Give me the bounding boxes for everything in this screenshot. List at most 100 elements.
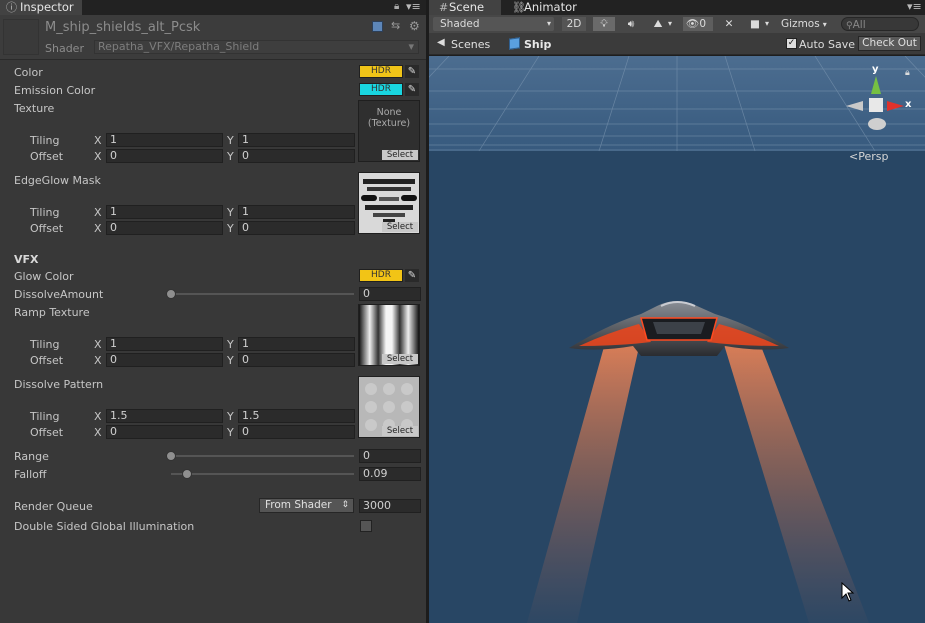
double-sided-gi-label: Double Sided Global Illumination [14,520,195,533]
eyedropper-icon[interactable]: ✎ [405,83,419,96]
none-texture-text: None (Texture) [367,107,411,129]
dissolve-offset-y-field[interactable]: 0 [238,425,355,439]
x-label: X [94,222,102,235]
effects-toggle-icon[interactable]: ⛰ [649,17,667,31]
lock-icon[interactable]: 🔒︎ [394,1,399,12]
gear-icon[interactable]: ⚙ [409,19,420,33]
ramp-texture-slot[interactable]: Select [358,304,420,366]
eyedropper-icon[interactable]: ✎ [405,269,419,282]
lighting-toggle-icon[interactable]: 💡︎ [593,17,615,31]
chevron-down-icon[interactable]: ▾ [765,17,773,31]
eye-slash-icon: 👁︎ [686,18,700,30]
dissolve-tiling-x-field[interactable]: 1.5 [106,409,223,423]
glow-color-swatch[interactable]: HDR [359,269,403,282]
range-slider-track[interactable] [171,455,354,457]
camera-icon[interactable]: ■ [747,17,763,31]
texture-offset-y-field[interactable]: 0 [238,149,355,163]
render-queue-field[interactable]: 3000 [359,499,421,513]
auto-save-checkbox[interactable]: ✓ [786,38,797,49]
ramp-offset-y-field[interactable]: 0 [238,353,355,367]
tools-icon[interactable]: ✕ [721,17,737,31]
back-icon[interactable]: ◀ [437,37,445,48]
falloff-label: Falloff [14,468,47,481]
tiling-label: Tiling [30,206,60,219]
dissolve-pattern-select-button[interactable]: Select [382,426,418,436]
breadcrumb-ship[interactable]: Ship [524,38,551,51]
falloff-slider-track[interactable] [171,473,354,475]
tab-scene-label: Scene [449,0,485,14]
emission-color-swatch[interactable]: HDR [359,83,403,96]
2d-toggle[interactable]: 2D [562,17,586,31]
dissolve-amount-slider-handle[interactable] [166,289,176,299]
tab-inspector-label: Inspector [20,0,74,14]
texture-slot[interactable]: None (Texture) Select [358,100,420,162]
edgeglow-offset-x-field[interactable]: 0 [106,221,223,235]
projection-toggle[interactable]: <Persp [849,150,888,163]
dissolve-amount-field[interactable]: 0 [359,287,421,301]
range-slider-handle[interactable] [166,451,176,461]
hidden-count: 0 [699,18,707,30]
tiling-label: Tiling [30,134,60,147]
mouse-cursor-icon [841,582,855,602]
double-sided-gi-checkbox[interactable] [360,520,372,532]
breadcrumb-scenes[interactable]: Scenes [451,38,490,51]
audio-toggle-icon[interactable]: 🔊︎ [622,17,640,31]
tab-animator[interactable]: ⛓ Animator [504,0,584,15]
edgeglow-mask-slot[interactable]: Select [358,172,420,234]
hdr-badge: HDR [371,84,391,94]
orientation-gizmo[interactable]: y x 🔒︎ [839,64,919,144]
tab-menu-icon[interactable]: ▾≡ [406,0,421,13]
ramp-tiling-x-field[interactable]: 1 [106,337,223,351]
x-label: X [94,410,102,423]
check-out-button[interactable]: Check Out [858,36,921,51]
preset-icon[interactable]: ⇆ [391,19,400,32]
grid-icon: # [439,1,449,14]
range-label: Range [14,450,49,463]
tab-inspector[interactable]: ⓘ Inspector [0,0,82,15]
x-label: X [94,426,102,439]
info-icon: ⓘ [6,1,17,14]
dissolve-pattern-slot[interactable]: Select [358,376,420,438]
edgeglow-select-button[interactable]: Select [382,222,418,232]
range-field[interactable]: 0 [359,449,421,463]
texture-offset-x-field[interactable]: 0 [106,149,223,163]
gizmos-dropdown[interactable]: Gizmos ▾ [781,17,831,31]
color-swatch[interactable]: HDR [359,65,403,78]
y-label: Y [227,338,234,351]
ramp-select-button[interactable]: Select [382,354,418,364]
edgeglow-tiling-y-field[interactable]: 1 [238,205,355,219]
dissolve-amount-label: DissolveAmount [14,288,104,301]
texture-select-button[interactable]: Select [382,150,418,160]
dissolve-pattern-label: Dissolve Pattern [14,378,104,391]
falloff-slider-handle[interactable] [182,469,193,479]
ramp-tiling-y-field[interactable]: 1 [238,337,355,351]
texture-tiling-x-field[interactable]: 1 [106,133,223,147]
render-queue-dropdown[interactable]: From Shader ⇕ [259,498,354,513]
scene-viewport[interactable]: y x 🔒︎ <Persp [429,56,925,623]
texture-tiling-y-field[interactable]: 1 [238,133,355,147]
scene-search-input[interactable]: ⚲All [841,17,919,31]
dissolve-offset-x-field[interactable]: 0 [106,425,223,439]
tab-menu-icon[interactable]: ▾≡ [907,0,922,13]
eyedropper-icon[interactable]: ✎ [405,65,419,78]
lock-icon[interactable]: 🔒︎ [905,68,910,78]
chevron-down-icon[interactable]: ▾ [668,17,676,31]
edgeglow-tiling-x-field[interactable]: 1 [106,205,223,219]
glow-color-label: Glow Color [14,270,74,283]
documentation-icon[interactable] [372,21,383,32]
dissolve-amount-slider-track[interactable] [171,293,354,295]
shading-mode-dropdown[interactable]: Shaded ▾ [433,17,554,31]
y-label: Y [227,426,234,439]
render-queue-label: Render Queue [14,500,93,513]
material-header: M_ship_shields_alt_Pcsk Shader Repatha_V… [0,15,426,60]
tab-scene[interactable]: # Scene [429,0,501,15]
falloff-field[interactable]: 0.09 [359,467,421,481]
ramp-offset-x-field[interactable]: 0 [106,353,223,367]
edgeglow-offset-y-field[interactable]: 0 [238,221,355,235]
tiling-label: Tiling [30,338,60,351]
dissolve-tiling-y-field[interactable]: 1.5 [238,409,355,423]
shader-dropdown[interactable]: Repatha_VFX/Repatha_Shield ▾ [94,40,419,54]
emission-color-label: Emission Color [14,84,96,97]
y-label: Y [227,134,234,147]
hidden-objects-toggle[interactable]: 👁︎0 [683,17,713,31]
